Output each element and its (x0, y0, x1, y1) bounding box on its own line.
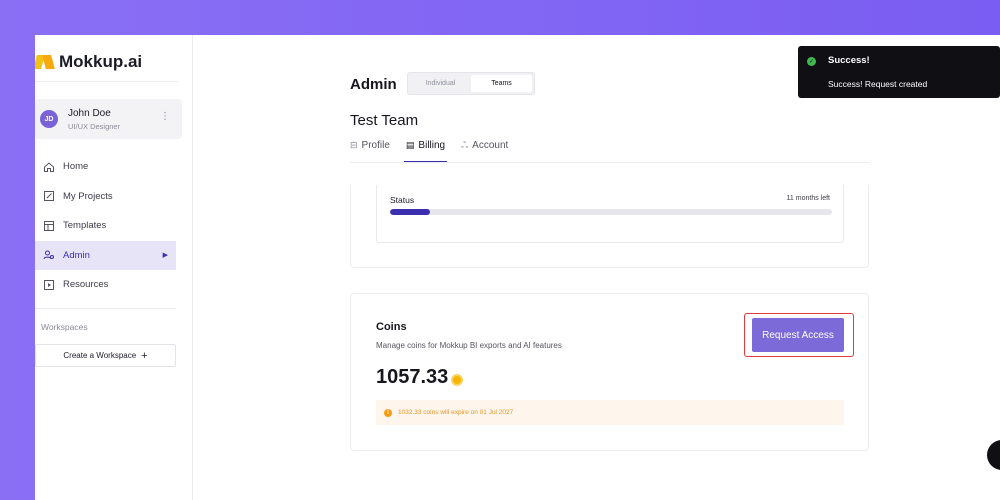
tab-label: Profile (361, 140, 390, 151)
segment-control: Individual Teams (407, 72, 535, 95)
user-card[interactable]: JD John Doe UI/UX Designer ⋮ (35, 99, 182, 139)
expiry-notice: ! 1032.33 coins will expire on 01 Jul 20… (376, 400, 844, 425)
edit-icon (41, 190, 57, 202)
tab-profile[interactable]: ⊟ Profile (350, 140, 390, 162)
status-progress-bar (390, 209, 832, 215)
sidebar-item-my-projects[interactable]: My Projects (35, 182, 176, 212)
create-workspace-button[interactable]: Create a Workspace + (35, 344, 176, 367)
tab-billing[interactable]: ▤ Billing (403, 140, 448, 163)
coins-title: Coins (376, 321, 407, 333)
template-icon (41, 220, 57, 232)
status-label: Status (390, 195, 415, 205)
expiry-text: 1032.33 coins will expire on 01 Jul 2027 (398, 409, 514, 416)
status-remaining: 11 months left (786, 195, 830, 202)
profile-icon: ⊟ (350, 140, 358, 150)
status-panel: Status 11 months left (376, 185, 844, 243)
home-icon (41, 161, 57, 173)
user-role: UI/UX Designer (68, 121, 121, 131)
tab-bar: ⊟ Profile ▤ Billing ஃ Account (350, 140, 524, 163)
segment-teams[interactable]: Teams (471, 75, 532, 92)
sidebar-item-admin[interactable]: Admin ▶ (35, 240, 176, 270)
coins-value: 1057.33 (376, 366, 449, 388)
user-name: John Doe (68, 107, 111, 119)
coins-description: Manage coins for Mokkup BI exports and A… (376, 341, 562, 350)
caret-right-icon: ▶ (162, 252, 168, 260)
request-access-button[interactable]: Request Access (752, 318, 844, 352)
coins-balance: 1057.33 (376, 366, 464, 389)
sidebar-item-resources[interactable]: Resources (35, 270, 176, 300)
account-icon: ஃ (461, 140, 469, 150)
coin-icon (451, 373, 464, 386)
billing-icon: ▤ (405, 140, 415, 150)
sidebar-item-label: Home (63, 161, 89, 173)
sidebar-item-label: Admin (63, 249, 90, 261)
tab-label: Account (472, 140, 509, 151)
sidebar-item-templates[interactable]: Templates (35, 211, 176, 241)
sidebar-item-home[interactable]: Home (35, 152, 176, 182)
coins-card: Coins Manage coins for Mokkup BI exports… (350, 293, 869, 451)
tab-account[interactable]: ஃ Account (461, 140, 508, 162)
progress-fill (390, 209, 430, 215)
play-icon (41, 279, 57, 291)
logo-text: Mokkup.ai (59, 52, 143, 71)
success-toast[interactable]: ✓ Success! Success! Request created (798, 46, 1000, 98)
admin-icon (41, 249, 57, 261)
page-title: Admin (350, 76, 397, 93)
team-name: Test Team (350, 112, 419, 129)
logo-mark-icon (35, 53, 55, 71)
warning-icon: ! (384, 408, 392, 417)
sidebar-item-label: Resources (63, 279, 109, 291)
app-window: Mokkup.ai JD John Doe UI/UX Designer ⋮ H… (35, 35, 1000, 500)
divider (350, 162, 869, 163)
divider (35, 81, 178, 82)
segment-individual[interactable]: Individual (410, 75, 471, 92)
create-workspace-label: Create a Workspace (63, 351, 137, 360)
toast-title: Success! (828, 55, 870, 66)
sidebar-item-label: My Projects (63, 190, 113, 202)
check-circle-icon: ✓ (807, 57, 816, 66)
sidebar-nav: Home My Projects Templates Admin ▶ Resou… (35, 152, 176, 300)
sidebar-item-label: Templates (63, 220, 107, 232)
divider (35, 308, 176, 309)
sidebar: Mokkup.ai JD John Doe UI/UX Designer ⋮ H… (35, 35, 193, 500)
toast-message: Success! Request created (828, 79, 928, 89)
logo[interactable]: Mokkup.ai (35, 49, 142, 75)
tab-label: Billing (418, 140, 446, 151)
workspaces-label: Workspaces (41, 322, 88, 332)
avatar: JD (40, 110, 58, 128)
subscription-card: Status 11 months left (350, 185, 869, 268)
more-options-icon[interactable]: ⋮ (160, 111, 170, 122)
plus-icon: + (141, 349, 148, 362)
